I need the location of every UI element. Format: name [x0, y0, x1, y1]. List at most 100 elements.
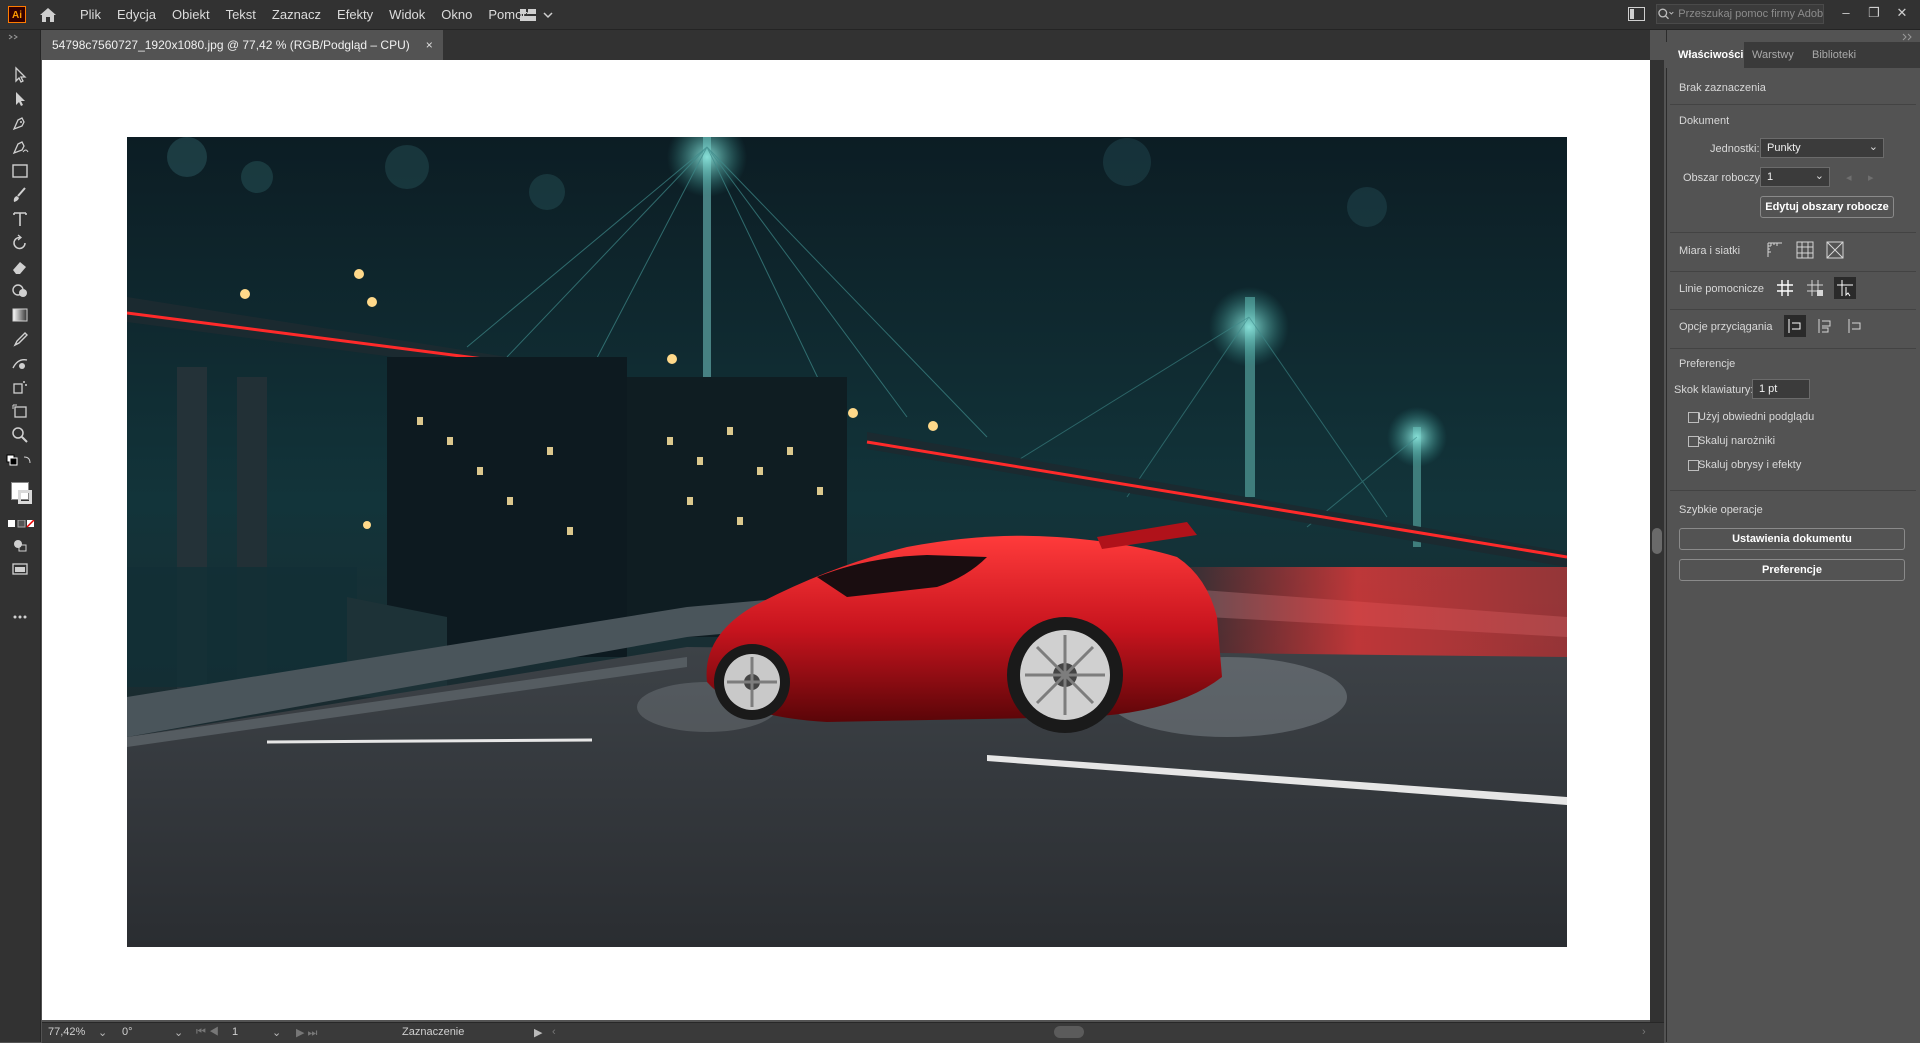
- menu-edit[interactable]: Edycja: [117, 7, 156, 22]
- smart-guides-icon[interactable]: [1834, 277, 1856, 299]
- snap-to-pixel-icon[interactable]: [1814, 315, 1836, 337]
- menu-effect[interactable]: Efekty: [337, 7, 373, 22]
- screen-mode-icon[interactable]: [10, 560, 30, 578]
- units-value: Punkty: [1767, 142, 1801, 154]
- stroke-swatch[interactable]: [18, 490, 32, 504]
- default-swap-colors-icon[interactable]: [6, 454, 34, 468]
- paintbrush-tool-icon[interactable]: [10, 186, 30, 204]
- checkbox-scale-corners-label: Skaluj narożniki: [1698, 435, 1776, 447]
- eyedropper-tool-icon[interactable]: [10, 330, 30, 348]
- help-search-input[interactable]: Przeszukaj pomoc firmy Adobe: [1656, 4, 1824, 24]
- snap-options-label: Opcje przyciągania: [1679, 321, 1773, 333]
- restore-button[interactable]: ❐: [1864, 4, 1884, 22]
- transparency-grid-icon[interactable]: [1824, 239, 1846, 261]
- curvature-tool-icon[interactable]: [10, 138, 30, 156]
- selection-tool-icon[interactable]: [10, 66, 30, 84]
- symbol-sprayer-tool-icon[interactable]: [10, 378, 30, 396]
- gradient-tool-icon[interactable]: [10, 306, 30, 324]
- search-placeholder: Przeszukaj pomoc firmy Adobe: [1678, 8, 1823, 20]
- units-label: Jednostki:: [1710, 143, 1760, 155]
- checkbox-preview-bounds-label: Użyj obwiedni podglądu: [1698, 411, 1815, 423]
- search-icon: [1658, 8, 1674, 20]
- vertical-scrollbar-thumb[interactable]: [1652, 528, 1662, 554]
- scroll-right-icon[interactable]: ›: [1642, 1026, 1646, 1038]
- menu-file[interactable]: Plik: [80, 7, 101, 22]
- artboard-number-field[interactable]: 1: [232, 1026, 238, 1038]
- next-artboard-icon[interactable]: ▸: [1868, 171, 1874, 184]
- rotation-dropdown-icon[interactable]: ⌄: [174, 1026, 183, 1039]
- rectangle-tool-icon[interactable]: [10, 162, 30, 180]
- zoom-level-field[interactable]: 77,42%: [48, 1026, 85, 1038]
- illustrator-logo: Ai: [8, 6, 26, 23]
- scroll-left-icon[interactable]: ‹: [552, 1026, 556, 1038]
- last-artboard-icon[interactable]: ▶ ⏭: [296, 1026, 317, 1040]
- menu-window[interactable]: Okno: [441, 7, 472, 22]
- close-window-button[interactable]: ✕: [1892, 4, 1912, 22]
- separator: [1670, 348, 1916, 349]
- type-tool-icon[interactable]: [10, 210, 30, 228]
- direct-selection-tool-icon[interactable]: [10, 90, 30, 108]
- preferences-button[interactable]: Preferencje: [1679, 559, 1905, 581]
- rotation-field[interactable]: 0°: [122, 1026, 133, 1038]
- rulers-icon[interactable]: [1764, 239, 1786, 261]
- document-tab-title: 54798c7560727_1920x1080.jpg @ 77,42 % (R…: [52, 38, 410, 52]
- close-tab-icon[interactable]: ×: [426, 38, 433, 52]
- main-menu: Plik Edycja Obiekt Tekst Zaznacz Efekty …: [80, 0, 545, 29]
- snap-to-glyph-icon[interactable]: [1844, 315, 1866, 337]
- first-artboard-icon[interactable]: ⏮ ◀: [196, 1026, 219, 1039]
- separator: [1670, 232, 1916, 233]
- placed-image-car-night[interactable]: [127, 137, 1567, 947]
- artboard-dropdown-icon[interactable]: ⌄: [272, 1026, 281, 1039]
- menu-object[interactable]: Obiekt: [172, 7, 210, 22]
- menu-select[interactable]: Zaznacz: [272, 7, 321, 22]
- current-tool-label[interactable]: Zaznaczenie: [402, 1026, 464, 1038]
- guides-label: Linie pomocnicze: [1679, 283, 1764, 295]
- color-mode-buttons-icon[interactable]: [7, 520, 35, 528]
- puppet-warp-tool-icon[interactable]: [10, 354, 30, 372]
- zoom-dropdown-icon[interactable]: ⌄: [98, 1026, 107, 1039]
- menu-view[interactable]: Widok: [389, 7, 425, 22]
- collapse-panel-icon[interactable]: [1902, 33, 1916, 41]
- keyboard-increment-value: 1 pt: [1759, 383, 1778, 395]
- separator: [1670, 490, 1916, 491]
- drawing-modes-icon[interactable]: [10, 536, 30, 554]
- preferences-heading: Preferencje: [1679, 358, 1736, 370]
- rotate-tool-icon[interactable]: [10, 234, 30, 252]
- tab-layers[interactable]: Warstwy: [1752, 49, 1794, 61]
- lock-guides-icon[interactable]: [1804, 277, 1826, 299]
- home-icon[interactable]: [38, 6, 58, 24]
- status-bar: 77,42% ⌄ 0° ⌄ ⏮ ◀ 1 ⌄ ▶ ⏭ Zaznaczenie ▶ …: [42, 1022, 1664, 1043]
- tab-properties[interactable]: Właściwości: [1678, 49, 1743, 61]
- artboard-label: Obszar roboczy:: [1683, 172, 1764, 184]
- eraser-tool-icon[interactable]: [10, 258, 30, 276]
- grid-icon[interactable]: [1794, 239, 1816, 261]
- shape-builder-tool-icon[interactable]: [10, 282, 30, 300]
- tab-libraries[interactable]: Biblioteki: [1812, 49, 1856, 61]
- artboard-dropdown[interactable]: 1 ⌄: [1760, 167, 1830, 187]
- checkbox-scale-strokes-label: Skaluj obrysy i efekty: [1698, 459, 1802, 471]
- show-guides-icon[interactable]: [1774, 277, 1796, 299]
- more-tools-icon[interactable]: [10, 608, 30, 626]
- horizontal-scrollbar-thumb[interactable]: [1054, 1026, 1084, 1038]
- keyboard-increment-input[interactable]: 1 pt: [1752, 379, 1810, 399]
- document-setup-button[interactable]: Ustawienia dokumentu: [1679, 528, 1905, 550]
- status-menu-arrow-icon[interactable]: ▶: [534, 1026, 542, 1039]
- snap-to-point-icon[interactable]: [1784, 315, 1806, 337]
- keyboard-increment-label: Skok klawiatury:: [1674, 384, 1754, 396]
- units-dropdown[interactable]: Punkty ⌄: [1760, 138, 1884, 158]
- rulers-grids-label: Miara i siatki: [1679, 245, 1741, 257]
- zoom-tool-icon[interactable]: [10, 426, 30, 444]
- menu-type[interactable]: Tekst: [226, 7, 256, 22]
- separator: [1670, 271, 1916, 272]
- artboard-tool-icon[interactable]: [10, 402, 30, 420]
- collapse-chevrons-icon[interactable]: [8, 34, 22, 40]
- minimize-button[interactable]: –: [1836, 4, 1856, 22]
- workspace-switcher-icon[interactable]: [520, 7, 556, 23]
- pen-tool-icon[interactable]: [10, 114, 30, 132]
- edit-artboards-button[interactable]: Edytuj obszary robocze: [1760, 196, 1894, 218]
- document-tab[interactable]: 54798c7560727_1920x1080.jpg @ 77,42 % (R…: [42, 30, 443, 60]
- prev-artboard-icon[interactable]: ◂: [1846, 171, 1852, 184]
- arrange-documents-icon[interactable]: [1628, 7, 1645, 21]
- tools-panel: [0, 30, 41, 1042]
- document-heading: Dokument: [1679, 115, 1730, 127]
